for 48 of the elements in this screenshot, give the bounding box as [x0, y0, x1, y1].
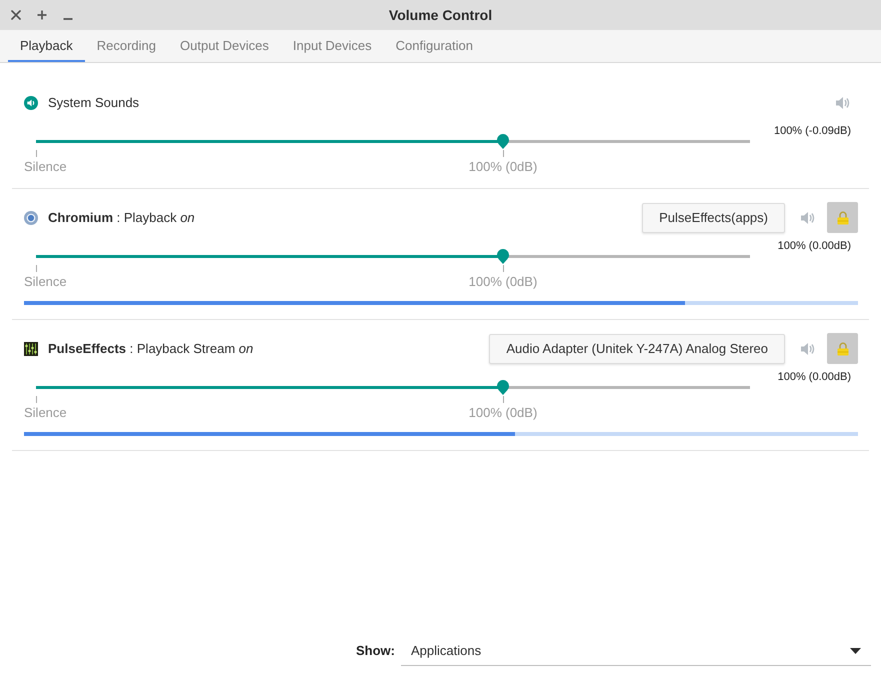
scale-label: 100% (0dB)	[468, 274, 538, 290]
caret-icon	[850, 648, 861, 654]
tab[interactable]: Playback	[8, 30, 85, 62]
tick-mark	[502, 150, 504, 157]
tick-mark	[36, 396, 37, 403]
padlock-icon	[836, 210, 848, 224]
volume-slider[interactable]	[36, 247, 750, 265]
tick-mark	[36, 150, 37, 157]
volume-reading: 100% (0.00dB)	[778, 239, 851, 254]
ring-logo-icon	[24, 210, 38, 224]
show-label: Show:	[356, 642, 395, 660]
speaker-icon[interactable]	[800, 210, 816, 226]
tab[interactable]: Output Devices	[168, 30, 281, 62]
tab[interactable]: Recording	[84, 30, 168, 62]
scale-label: Silence	[24, 159, 67, 175]
stream-label: Chromium : Playback on	[48, 208, 196, 227]
tick-mark	[502, 396, 504, 403]
speaker-icon[interactable]	[800, 340, 816, 356]
device-button[interactable]: Audio Adapter (Unitek Y-247A) Analog Stereo	[489, 334, 785, 364]
volume-slider[interactable]	[36, 378, 750, 396]
close-icon[interactable]	[11, 10, 21, 20]
slider-thumb[interactable]	[496, 378, 510, 396]
scale-label: 100% (0dB)	[468, 159, 538, 175]
lock-toggle[interactable]	[827, 202, 858, 233]
device-button[interactable]: PulseEffects(apps)	[642, 202, 785, 232]
scale-label: Silence	[24, 405, 67, 421]
lock-toggle[interactable]	[827, 333, 858, 364]
scale-label: 100% (0dB)	[468, 405, 538, 421]
padlock-icon	[836, 342, 848, 356]
slider-thumb[interactable]	[496, 247, 510, 265]
volume-slider[interactable]	[36, 132, 750, 150]
volume-reading: 100% (-0.09dB)	[774, 124, 851, 139]
stream-label: System Sounds	[48, 94, 140, 112]
volume-reading: 100% (0.00dB)	[778, 370, 851, 385]
filter-dropdown[interactable]: Applications	[401, 636, 871, 666]
tick-mark	[502, 265, 504, 272]
tick-mark	[36, 265, 37, 272]
tab[interactable]: Input Devices	[280, 30, 384, 62]
speaker-icon[interactable]	[834, 94, 850, 110]
window-title: Volume Control	[388, 6, 492, 24]
minus-icon[interactable]	[63, 17, 73, 21]
plus-icon[interactable]	[37, 10, 47, 20]
slider-thumb[interactable]	[496, 132, 510, 150]
speaker-badge-icon	[24, 96, 38, 110]
scale-label: Silence	[24, 274, 67, 290]
tab[interactable]: Configuration	[384, 30, 485, 62]
equalizer-icon	[24, 342, 38, 356]
stream-label: PulseEffects : Playback Stream on	[48, 340, 254, 358]
